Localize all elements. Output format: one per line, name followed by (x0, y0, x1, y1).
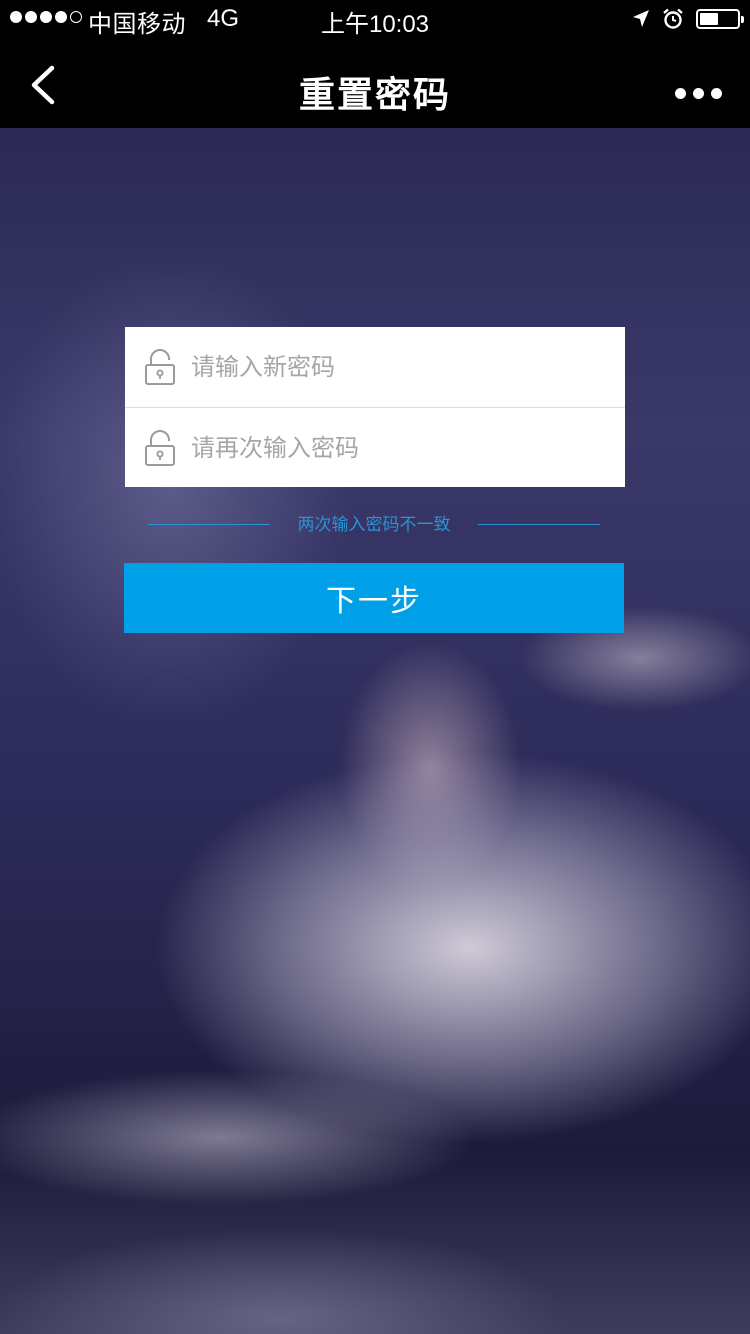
reset-password-screen: 中国移动 4G 上午10:03 重置密码 两次输入密码不一致 下一步 (0, 0, 750, 1334)
next-step-button[interactable]: 下一步 (124, 563, 624, 633)
navigation-bar: 重置密码 (0, 40, 750, 128)
password-mismatch-message: 两次输入密码不一致 (148, 512, 600, 538)
battery-level (700, 13, 718, 25)
new-password-input[interactable] (191, 347, 611, 387)
lock-icon (145, 430, 175, 466)
background-image (0, 128, 750, 1334)
divider (478, 524, 600, 525)
battery-icon (696, 9, 744, 29)
status-icons (632, 8, 744, 30)
more-options-button[interactable] (675, 88, 722, 99)
location-arrow-icon (633, 10, 649, 27)
alarm-clock-icon (663, 8, 683, 29)
lock-icon (145, 349, 175, 385)
page-title: 重置密码 (298, 75, 451, 116)
password-form (125, 327, 625, 487)
status-bar: 中国移动 4G 上午10:03 (0, 0, 750, 40)
new-password-row (125, 327, 625, 407)
error-text: 两次输入密码不一致 (297, 515, 451, 535)
confirm-password-row (125, 407, 625, 487)
more-dots-icon (675, 88, 686, 99)
confirm-password-input[interactable] (191, 428, 611, 468)
